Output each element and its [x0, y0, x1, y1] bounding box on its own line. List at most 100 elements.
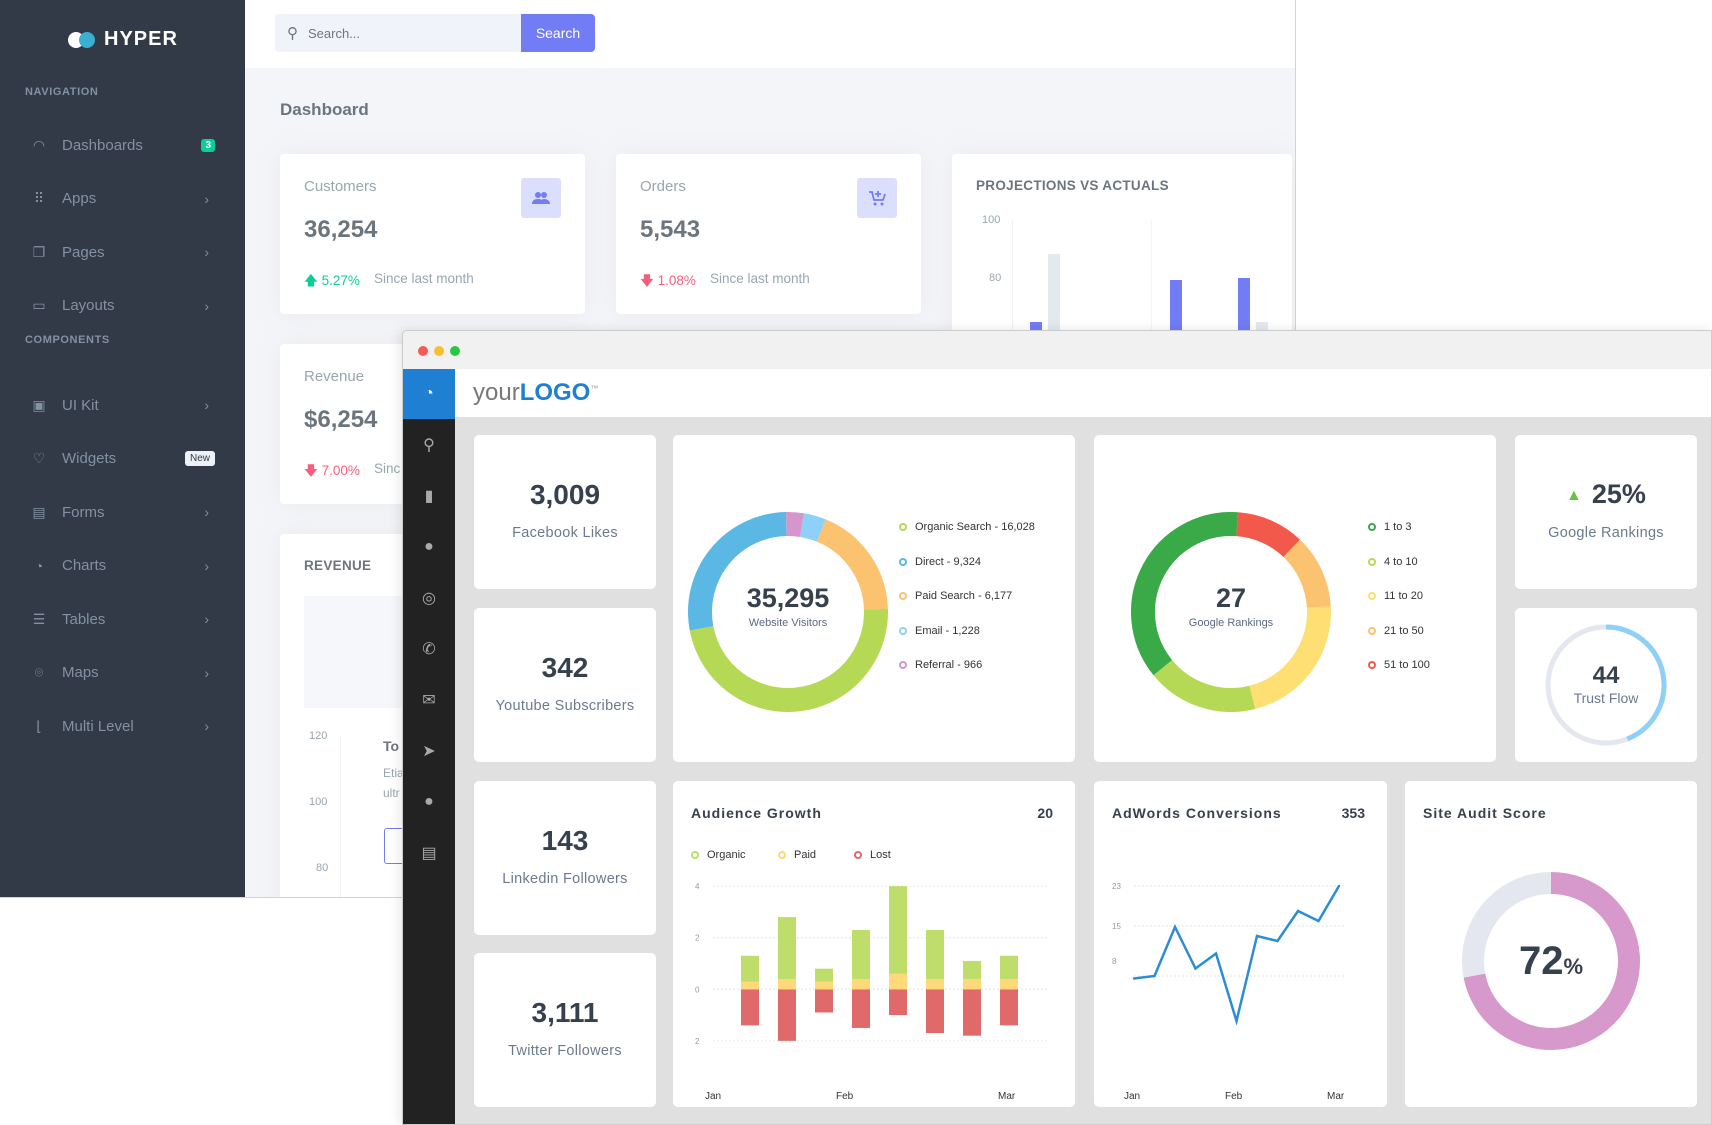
trust-flow-value: 44 [1592, 662, 1620, 689]
chevron-right-icon: › [204, 244, 209, 260]
y-tick: 100 [309, 796, 328, 808]
your-logo[interactable]: yourLOGO™ [473, 379, 598, 407]
sidebar-item-label: Pages [62, 243, 105, 261]
target-icon[interactable]: ◎ [403, 573, 455, 623]
center-label: Website Visitors [748, 617, 828, 629]
legend-label: Direct - 9,324 [915, 555, 982, 568]
projections-card: PROJECTIONS VS ACTUALS 100 80 [952, 154, 1292, 364]
clipboard-icon[interactable]: ▤ [403, 828, 455, 878]
sidebar-item-widgets[interactable]: ♡ Widgets New [0, 439, 245, 479]
sidebar-item-label: Widgets [62, 450, 117, 467]
lost-bar [852, 989, 870, 1028]
paid-bar [815, 981, 833, 990]
map-pin-icon: ⌾ [34, 664, 44, 680]
chevron-right-icon: › [204, 718, 209, 734]
stat-label: Linkedin Followers [502, 871, 628, 887]
headline-value: 353 [1341, 805, 1365, 821]
chat-icon[interactable]: ● [403, 522, 455, 572]
site-audit-card: Site Audit Score 72% [1405, 781, 1697, 1107]
organic-bar [778, 917, 796, 979]
lost-bar [1000, 989, 1018, 1026]
bar-chart-icon[interactable]: ▮ [403, 471, 455, 521]
brand-name: HYPER [104, 28, 178, 50]
visitors-slice [799, 513, 826, 542]
legend-label: Paid Search - 6,177 [915, 590, 1013, 602]
lost-bar [889, 989, 907, 1016]
search-icon[interactable]: ⚲ [403, 420, 455, 470]
legend-item: 1 to 3 [1368, 521, 1412, 533]
since-label: Since last month [373, 271, 474, 286]
dashboard-icon[interactable]: ◔ [403, 369, 455, 419]
chevron-right-icon: › [204, 504, 209, 520]
send-icon[interactable]: ➤ [403, 726, 455, 776]
adwords-line-chart: 23 15 8 Jan Feb Mar [1112, 882, 1345, 1101]
sidebar-item-label: UI Kit [62, 396, 99, 414]
paid-bar [889, 973, 907, 990]
sidebar-item-multi-level[interactable]: ⌊ Multi Level › [0, 706, 245, 746]
sidebar-item-ui-kit[interactable]: ▣ UI Kit › [0, 385, 245, 425]
legend-item: 11 to 20 [1368, 590, 1423, 602]
chevron-right-icon: › [204, 297, 209, 314]
search-button[interactable]: Search [521, 14, 595, 52]
stat-label: Twitter Followers [508, 1043, 622, 1059]
orders-card: Orders 5,543 🡇 1.08% Since last month [616, 154, 921, 314]
data-point [1235, 1019, 1238, 1023]
sidebar-item-charts[interactable]: ◔ Charts › [0, 546, 245, 586]
sidebar-item-maps[interactable]: ⌾ Maps › [0, 653, 245, 693]
maximize-button[interactable] [450, 346, 460, 356]
sidebar-item-layouts[interactable]: ▭ Layouts › [0, 286, 245, 326]
triangle-up-icon: ▲ [1566, 486, 1582, 504]
sidebar-item-label: Tables [62, 610, 106, 628]
minimize-button[interactable] [434, 346, 444, 356]
tooltip-title: To [383, 738, 400, 754]
search-input[interactable] [308, 25, 488, 41]
mail-icon[interactable]: ✉ [403, 675, 455, 725]
sidebar-badge: 3 [201, 138, 215, 152]
close-button[interactable] [418, 346, 428, 356]
center-value: 35,295 [746, 583, 830, 613]
users-icon [521, 178, 561, 218]
legend-item: Paid [778, 849, 816, 861]
sidebar-item-label: Maps [62, 664, 99, 681]
stat-value: 3,111 [531, 997, 599, 1028]
logo-icon [68, 31, 98, 49]
legend-label: 4 to 10 [1384, 555, 1418, 568]
revenue-title: REVENUE [304, 558, 372, 573]
phone-icon[interactable]: ✆ [403, 624, 455, 674]
legend-marker [1368, 661, 1376, 669]
copy-icon: ❐ [32, 243, 46, 260]
user-icon[interactable]: ● [403, 777, 455, 827]
projections-title: PROJECTIONS VS ACTUALS [976, 178, 1169, 193]
organic-bar [926, 929, 944, 979]
legend-item: Direct - 9,324 [899, 556, 981, 568]
organic-bar [889, 886, 907, 974]
organic-bar [815, 968, 833, 982]
arrow-up-icon: 🡅 [304, 273, 318, 288]
hyper-logo[interactable]: HYPER [68, 28, 178, 51]
sidebar-item-label: Apps [62, 190, 97, 207]
sidebar-item-label: Layouts [62, 297, 115, 314]
legend-marker [1368, 557, 1376, 566]
stat-value: 143 [541, 825, 589, 856]
sidebar-item-forms[interactable]: ▤ Forms › [0, 492, 245, 532]
pie-chart-icon: ◔ [34, 557, 44, 574]
facebook-likes-card: 3,009 Facebook Likes [474, 435, 656, 589]
organic-bar [741, 955, 759, 982]
sidebar-item-apps[interactable]: ⠿ Apps › [0, 179, 245, 219]
card-value: $6,254 [304, 406, 378, 433]
section-components: COMPONENTS [25, 334, 110, 346]
card-value: 5,543 [640, 216, 701, 243]
card-title: Revenue [304, 368, 365, 385]
data-point [1296, 909, 1300, 913]
data-point [1173, 925, 1177, 929]
sidebar-item-pages[interactable]: ❐ Pages › [0, 232, 245, 272]
search-box[interactable]: ⚲ [275, 14, 521, 52]
card-value: 36,254 [304, 216, 378, 243]
rank-change-value: ▲ 25% [1566, 479, 1646, 509]
sidebar-item-dashboards[interactable]: ◠ Dashboards 3 [0, 125, 245, 165]
sidebar-item-tables[interactable]: ☰ Tables › [0, 599, 245, 639]
legend-marker [778, 851, 786, 859]
legend-label: 51 to 100 [1384, 659, 1430, 671]
tree-icon: ⌊ [36, 717, 42, 734]
legend-label: Paid [794, 849, 817, 861]
